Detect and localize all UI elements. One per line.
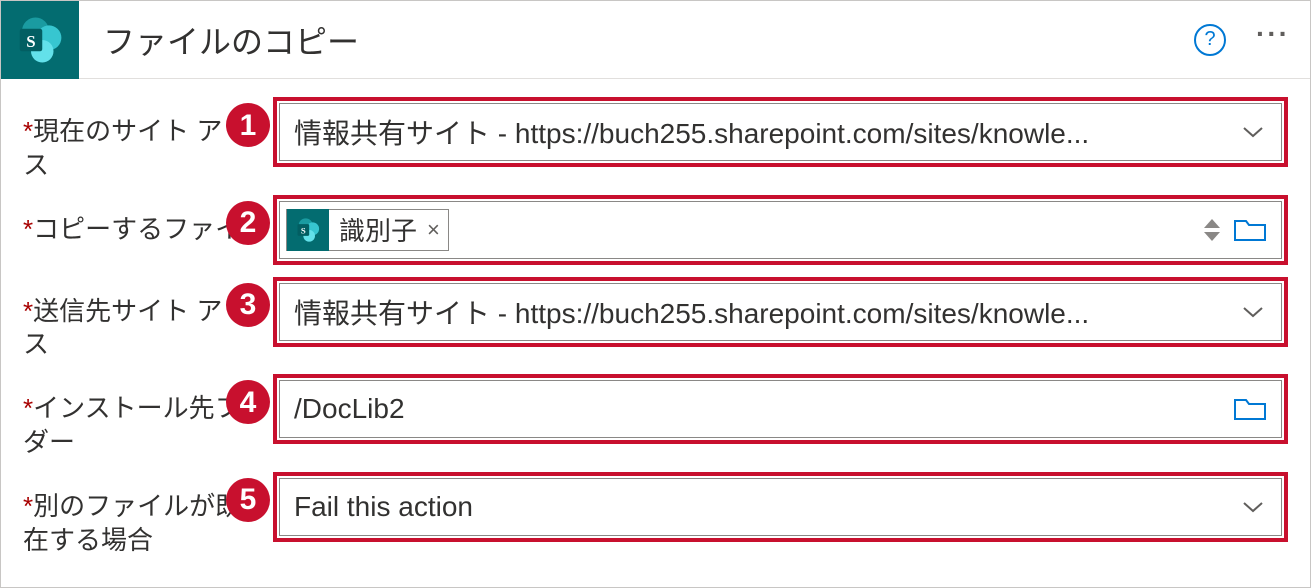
badge-3: 3: [226, 283, 270, 327]
card-header: S ファイルのコピー ? ···: [1, 1, 1310, 79]
badge-2: 2: [226, 201, 270, 245]
help-icon[interactable]: ?: [1194, 24, 1226, 56]
badge-4: 4: [226, 380, 270, 424]
file-to-copy-input[interactable]: S 識別子 ×: [279, 201, 1282, 259]
svg-text:S: S: [26, 31, 35, 50]
highlight-dest-site: 情報共有サイト - https://buch255.sharepoint.com…: [273, 277, 1288, 347]
chevron-down-icon: [1239, 493, 1267, 521]
label-dest-site: *送信先サイト アス 3: [23, 277, 273, 363]
label-if-exists: *別のファイルが既在する場合 5: [23, 472, 273, 558]
row-current-site: *現在のサイト アス 1 情報共有サイト - https://buch255.s…: [23, 97, 1288, 183]
if-exists-value: Fail this action: [294, 491, 1239, 523]
card-body: *現在のサイト アス 1 情報共有サイト - https://buch255.s…: [1, 79, 1310, 587]
dest-site-value: 情報共有サイト - https://buch255.sharepoint.com…: [294, 292, 1239, 332]
sharepoint-icon: S: [1, 1, 79, 79]
label-dest-folder: *インストール先フダー 4: [23, 374, 273, 460]
spinner-control: [1201, 219, 1223, 241]
current-site-dropdown[interactable]: 情報共有サイト - https://buch255.sharepoint.com…: [279, 103, 1282, 161]
token-remove-icon[interactable]: ×: [427, 217, 440, 243]
label-file-to-copy: *コピーするファイ 2: [23, 195, 273, 247]
label-current-site: *現在のサイト アス 1: [23, 97, 273, 183]
row-file-to-copy: *コピーするファイ 2: [23, 195, 1288, 265]
dest-folder-input[interactable]: /DocLib2: [279, 380, 1282, 438]
dest-site-dropdown[interactable]: 情報共有サイト - https://buch255.sharepoint.com…: [279, 283, 1282, 341]
highlight-file-to-copy: S 識別子 ×: [273, 195, 1288, 265]
spinner-up-icon[interactable]: [1204, 219, 1220, 228]
highlight-if-exists: Fail this action: [273, 472, 1288, 542]
highlight-current-site: 情報共有サイト - https://buch255.sharepoint.com…: [273, 97, 1288, 167]
chevron-down-icon: [1239, 298, 1267, 326]
row-dest-folder: *インストール先フダー 4 /DocLib2: [23, 374, 1288, 460]
token-label: 識別子: [339, 211, 417, 248]
svg-text:S: S: [301, 225, 306, 235]
action-card: S ファイルのコピー ? ··· *現在のサイト アス 1 情報共有サイト - …: [0, 0, 1311, 588]
folder-picker-button[interactable]: [1233, 395, 1267, 423]
sharepoint-icon: S: [287, 209, 329, 251]
row-dest-site: *送信先サイト アス 3 情報共有サイト - https://buch255.s…: [23, 277, 1288, 363]
chevron-down-icon: [1239, 118, 1267, 146]
current-site-value: 情報共有サイト - https://buch255.sharepoint.com…: [294, 112, 1239, 152]
highlight-dest-folder: /DocLib2: [273, 374, 1288, 444]
card-title: ファイルのコピー: [103, 17, 1194, 63]
row-if-exists: *別のファイルが既在する場合 5 Fail this action: [23, 472, 1288, 558]
spinner-down-icon[interactable]: [1204, 232, 1220, 241]
more-menu-icon[interactable]: ···: [1256, 34, 1290, 46]
badge-5: 5: [226, 478, 270, 522]
folder-picker-button[interactable]: [1233, 216, 1267, 244]
dest-folder-value: /DocLib2: [294, 393, 1233, 425]
badge-1: 1: [226, 103, 270, 147]
dynamic-token-identifier[interactable]: S 識別子 ×: [286, 209, 449, 251]
if-exists-dropdown[interactable]: Fail this action: [279, 478, 1282, 536]
